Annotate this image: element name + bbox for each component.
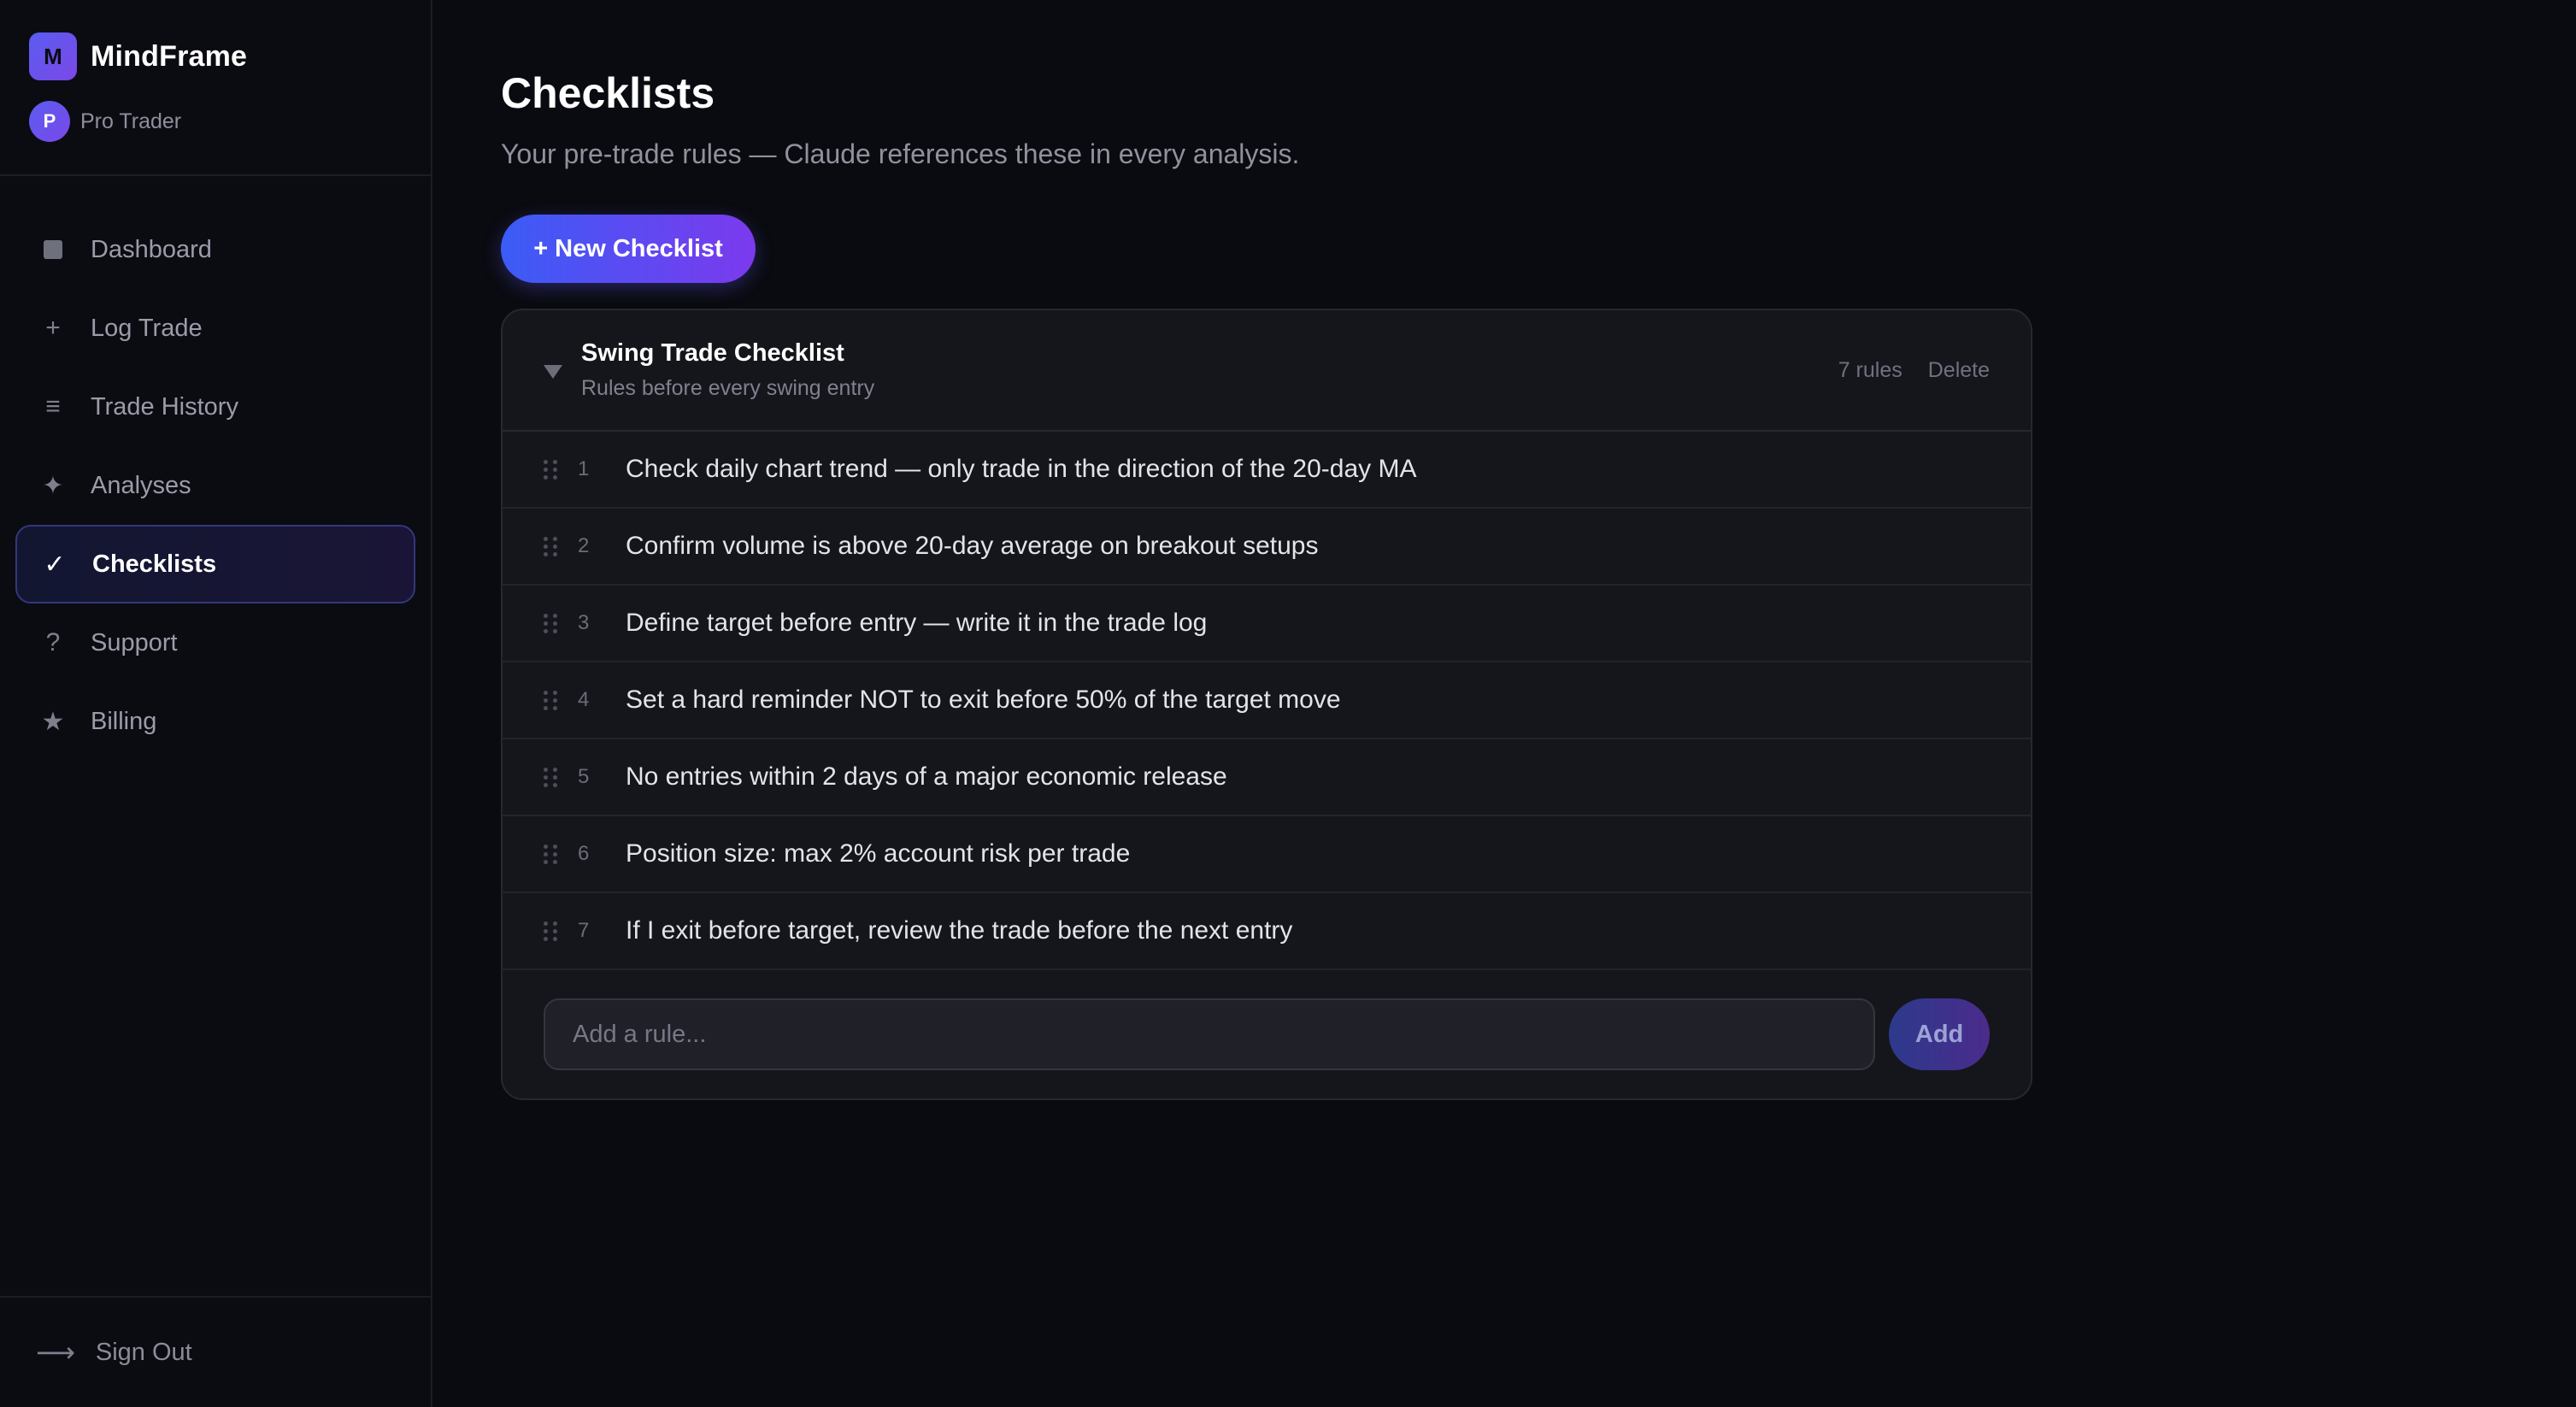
main-content: Checklists Your pre-trade rules — Claude… — [432, 0, 2576, 1407]
rule-count-badge: 7 rules — [1838, 357, 1903, 382]
user-plan-label: Pro Trader — [80, 109, 182, 133]
rule-text: No entries within 2 days of a major econ… — [626, 762, 1227, 791]
app-window: M MindFrame P Pro Trader Dashboard + Log… — [0, 0, 2576, 1407]
checkmark-icon: ✓ — [44, 550, 66, 579]
drag-handle-icon[interactable] — [544, 690, 559, 710]
plus-icon: + — [45, 314, 61, 342]
checklist-card: Swing Trade Checklist Rules before every… — [501, 309, 2032, 1100]
rule-text: Check daily chart trend — only trade in … — [626, 455, 1417, 483]
list-icon: ≡ — [45, 392, 61, 421]
sidebar-item-log-trade[interactable]: + Log Trade — [15, 289, 415, 368]
rule-text: Define target before entry — write it in… — [626, 609, 1208, 637]
rule-number: 6 — [578, 842, 590, 865]
avatar: P — [29, 101, 70, 142]
rule-number: 5 — [578, 765, 590, 788]
new-checklist-button[interactable]: + New Checklist — [501, 215, 756, 283]
sidebar-item-label: Checklists — [92, 550, 217, 578]
drag-handle-icon[interactable] — [544, 844, 559, 864]
list-item[interactable]: 1 Check daily chart trend — only trade i… — [503, 432, 2031, 509]
sidebar-item-billing[interactable]: ★ Billing — [15, 682, 415, 761]
sidebar-item-label: Analyses — [91, 471, 191, 499]
sidebar-item-label: Trade History — [91, 392, 238, 421]
list-item[interactable]: 4 Set a hard reminder NOT to exit before… — [503, 662, 2031, 739]
sign-out-button[interactable]: ⟶ Sign Out — [0, 1296, 431, 1407]
caret-down-icon[interactable] — [544, 365, 562, 379]
list-item[interactable]: 5 No entries within 2 days of a major ec… — [503, 739, 2031, 816]
question-icon: ? — [45, 628, 61, 656]
sidebar-item-dashboard[interactable]: Dashboard — [15, 210, 415, 289]
list-item[interactable]: 7 If I exit before target, review the tr… — [503, 893, 2031, 970]
brand-logo: M — [29, 32, 77, 80]
drag-handle-icon[interactable] — [544, 459, 559, 480]
list-item[interactable]: 3 Define target before entry — write it … — [503, 586, 2031, 662]
checklist-header[interactable]: Swing Trade Checklist Rules before every… — [503, 310, 2031, 432]
drag-handle-icon[interactable] — [544, 921, 559, 941]
checklist-title: Swing Trade Checklist — [581, 339, 844, 367]
drag-handle-icon[interactable] — [544, 767, 559, 787]
brand-name: MindFrame — [91, 39, 248, 73]
rule-text: Position size: max 2% account risk per t… — [626, 839, 1131, 868]
page-subtitle: Your pre-trade rules — Claude references… — [501, 138, 1300, 169]
sidebar-item-label: Support — [91, 628, 178, 656]
sidebar-item-label: Log Trade — [91, 314, 203, 342]
sidebar-nav: Dashboard + Log Trade ≡ Trade History ✦ … — [0, 176, 431, 761]
list-item[interactable]: 2 Confirm volume is above 20-day average… — [503, 509, 2031, 586]
rule-text: Set a hard reminder NOT to exit before 5… — [626, 686, 1341, 714]
square-icon — [36, 240, 70, 259]
sidebar-item-checklists[interactable]: ✓ Checklists — [15, 525, 415, 603]
sidebar-item-support[interactable]: ? Support — [15, 603, 415, 682]
drag-handle-icon[interactable] — [544, 613, 559, 633]
add-rule-row: Add — [503, 970, 2031, 1098]
brand-row: M MindFrame — [29, 32, 402, 80]
brand-header: M MindFrame P Pro Trader — [0, 0, 431, 176]
rule-number: 7 — [578, 919, 590, 942]
sidebar: M MindFrame P Pro Trader Dashboard + Log… — [0, 0, 432, 1407]
sidebar-item-label: Billing — [91, 707, 157, 735]
sidebar-item-label: Dashboard — [91, 235, 212, 263]
sign-out-label: Sign Out — [95, 1338, 192, 1366]
checklist-subtitle: Rules before every swing entry — [581, 376, 875, 400]
list-item[interactable]: 6 Position size: max 2% account risk per… — [503, 816, 2031, 893]
add-rule-input[interactable] — [544, 998, 1876, 1070]
user-profile[interactable]: P Pro Trader — [29, 101, 402, 142]
rule-number: 3 — [578, 611, 590, 634]
sidebar-item-analyses[interactable]: ✦ Analyses — [15, 446, 415, 525]
arrow-right-icon: ⟶ — [36, 1337, 75, 1368]
delete-checklist-button[interactable]: Delete — [1928, 358, 1990, 383]
rule-text: If I exit before target, review the trad… — [626, 916, 1293, 945]
add-rule-button[interactable]: Add — [1889, 998, 1990, 1070]
drag-handle-icon[interactable] — [544, 536, 559, 556]
page-title: Checklists — [501, 69, 715, 117]
rule-number: 2 — [578, 534, 590, 557]
rule-text: Confirm volume is above 20-day average o… — [626, 532, 1319, 560]
checklist-heading: Swing Trade Checklist Rules before every… — [581, 339, 1838, 401]
star-icon: ★ — [41, 707, 65, 736]
rule-number: 4 — [578, 688, 590, 711]
rule-number: 1 — [578, 457, 590, 480]
sparkle-icon: ✦ — [42, 471, 64, 500]
sidebar-item-trade-history[interactable]: ≡ Trade History — [15, 368, 415, 446]
